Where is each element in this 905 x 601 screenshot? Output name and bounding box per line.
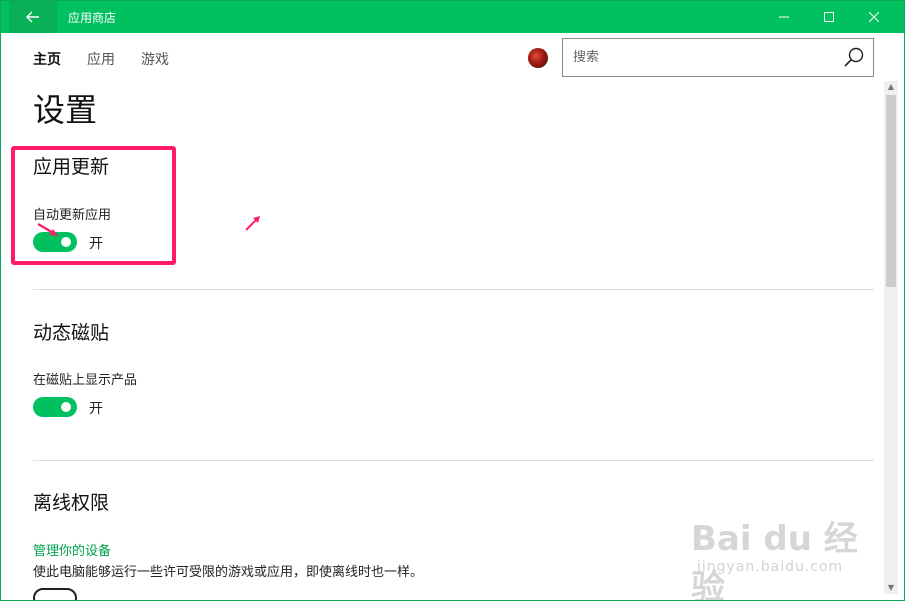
annotation-arrow-icon — [245, 216, 260, 231]
close-icon — [869, 12, 879, 22]
section-title-offline: 离线权限 — [33, 492, 110, 514]
annotation-arrow-icon — [37, 223, 58, 236]
live-tiles-toggle[interactable] — [33, 397, 77, 417]
tab-apps[interactable]: 应用 — [87, 49, 115, 69]
minimize-icon — [779, 16, 789, 18]
offline-toggle[interactable] — [33, 588, 77, 600]
manage-devices-link[interactable]: 管理你的设备 — [33, 540, 111, 559]
close-button[interactable] — [851, 1, 897, 33]
tab-home[interactable]: 主页 — [33, 49, 61, 69]
page-title: 设置 — [33, 91, 98, 129]
toggle-knob — [61, 402, 71, 412]
watermark-url: jingyan.baidu.com — [697, 559, 844, 575]
maximize-button[interactable] — [806, 1, 852, 33]
minimize-button[interactable] — [761, 1, 807, 33]
search-input[interactable] — [563, 39, 833, 76]
app-store-window: 应用商店 主页 应用 游戏 ▲ ▼ 设置 应 — [0, 0, 905, 601]
live-tiles-label: 在磁贴上显示产品 — [33, 373, 138, 388]
tab-games[interactable]: 游戏 — [141, 49, 169, 69]
section-divider — [33, 460, 874, 461]
section-divider — [33, 289, 874, 290]
live-tiles-state: 开 — [89, 401, 103, 417]
back-button[interactable] — [9, 1, 57, 33]
search-box — [562, 38, 874, 77]
section-title-live-tiles: 动态磁贴 — [33, 322, 110, 344]
watermark-brand: Bai du 经验 — [691, 519, 858, 601]
maximize-icon — [824, 12, 834, 22]
window-title: 应用商店 — [68, 11, 117, 25]
offline-description: 使此电脑能够运行一些许可受限的游戏或应用，即使离线时也一样。 — [33, 565, 424, 580]
scroll-thumb[interactable] — [886, 95, 896, 287]
search-icon[interactable] — [843, 46, 865, 68]
annotation-highlight-box — [11, 146, 176, 265]
baidu-watermark: Bai du 经验 jingyan.baidu.com — [691, 499, 891, 600]
title-bar: 应用商店 — [1, 1, 904, 33]
user-avatar[interactable] — [528, 48, 548, 68]
scroll-up-arrow-icon[interactable]: ▲ — [884, 81, 898, 93]
back-arrow-icon — [26, 11, 39, 23]
